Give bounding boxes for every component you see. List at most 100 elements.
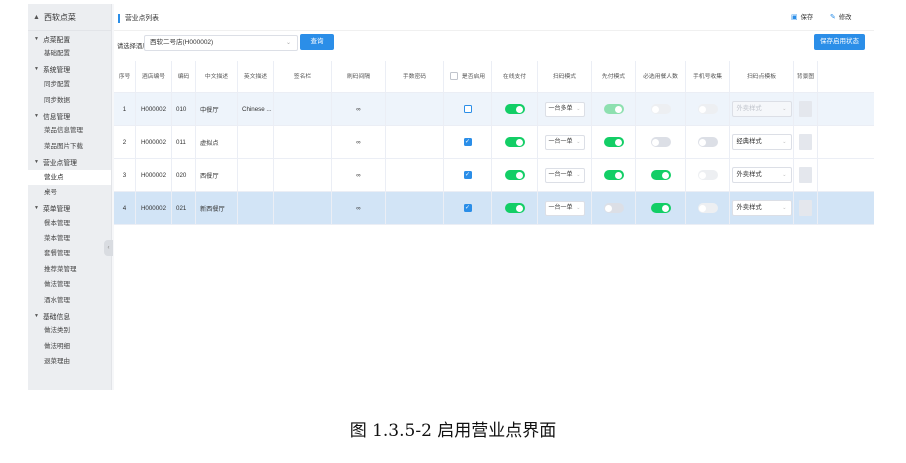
required-diners-switch[interactable] bbox=[650, 203, 671, 213]
table-cell: H000002 bbox=[136, 92, 172, 126]
table-body: 1 H000002 010 中餐厅 Chinese ... ∞ 一台多单 ⌄ 外卖样式 ⌄ 2 H00… bbox=[114, 92, 874, 225]
table-cell bbox=[592, 191, 636, 225]
template-select[interactable]: 外卖样式 ⌄ bbox=[731, 101, 792, 117]
scan-mode-select[interactable]: 一台一单 ⌄ bbox=[544, 167, 585, 183]
enabled-checkbox[interactable]: ✓ bbox=[463, 171, 472, 179]
required-diners-switch[interactable] bbox=[650, 104, 671, 114]
required-diners-switch[interactable] bbox=[650, 137, 671, 147]
sidebar-menu-item[interactable]: 桌号 bbox=[28, 185, 111, 200]
select-all-checkbox[interactable] bbox=[449, 71, 458, 80]
table-cell: 一台一单 ⌄ bbox=[538, 125, 592, 159]
column-header-label: 手机号收集 bbox=[693, 73, 722, 80]
template-value: 外卖样式 bbox=[736, 171, 762, 178]
sidebar-menu-item[interactable]: 菜品图片下载 bbox=[28, 139, 111, 154]
scan-mode-value: 一台多单 bbox=[548, 105, 573, 112]
scan-mode-select[interactable]: 一台一单 ⌄ bbox=[544, 134, 585, 150]
table-cell bbox=[274, 125, 332, 159]
scan-mode-select[interactable]: 一台多单 ⌄ bbox=[544, 101, 585, 117]
table-cell bbox=[686, 158, 730, 192]
collapse-sidebar-button[interactable]: ‹ bbox=[104, 240, 113, 256]
table-cell bbox=[238, 158, 274, 192]
phone-collect-switch[interactable] bbox=[697, 170, 718, 180]
sidebar-menu-item[interactable]: 同步配置 bbox=[28, 77, 111, 92]
background-image-thumbnail[interactable] bbox=[799, 101, 812, 117]
prepay-switch[interactable] bbox=[603, 104, 624, 114]
prepay-switch[interactable] bbox=[603, 203, 624, 213]
table-cell: 010 bbox=[172, 92, 196, 126]
column-header: 英文描述 bbox=[238, 60, 274, 93]
column-header-label: 先付模式 bbox=[601, 73, 626, 80]
switch-knob bbox=[699, 105, 706, 113]
table-cell bbox=[492, 125, 538, 159]
table-cell: ∞ bbox=[332, 158, 386, 192]
table-cell bbox=[794, 191, 818, 225]
background-image-thumbnail[interactable] bbox=[799, 200, 812, 216]
sidebar-menu-item[interactable]: 做法类别 bbox=[28, 323, 111, 338]
online-pay-switch[interactable] bbox=[504, 137, 525, 147]
prepay-switch[interactable] bbox=[603, 170, 624, 180]
query-button[interactable]: 查询 bbox=[300, 34, 334, 50]
menu-group[interactable]: ▼ 信息管理 bbox=[28, 108, 111, 123]
sidebar-menu-item[interactable]: 菜品信息管理 bbox=[28, 123, 111, 138]
sidebar-menu-item[interactable]: 营业点 bbox=[28, 169, 111, 185]
enabled-checkbox[interactable]: ✓ bbox=[463, 138, 472, 146]
sidebar-menu-item[interactable]: 基础配置 bbox=[28, 46, 111, 61]
table-cell: 新西餐厅 bbox=[196, 191, 238, 225]
save-status-button[interactable]: 保存启用状态 bbox=[814, 34, 865, 50]
edit-action[interactable]: ✎ 修改 bbox=[830, 12, 851, 22]
prepay-switch[interactable] bbox=[603, 137, 624, 147]
background-image-thumbnail[interactable] bbox=[799, 167, 812, 183]
caret-down-icon: ▼ bbox=[34, 204, 39, 211]
background-image-thumbnail[interactable] bbox=[799, 134, 812, 150]
template-select[interactable]: 经典样式 ⌄ bbox=[731, 134, 792, 150]
table-row[interactable]: 4 H000002 021 新西餐厅 ∞ ✓ 一台一单 ⌄ 外卖样式 ⌄ bbox=[114, 191, 874, 225]
sidebar-menu-item[interactable]: 酒水管理 bbox=[28, 293, 111, 308]
phone-collect-switch[interactable] bbox=[697, 203, 718, 213]
edit-icon: ✎ bbox=[830, 13, 836, 21]
online-pay-switch[interactable] bbox=[504, 104, 525, 114]
phone-collect-switch[interactable] bbox=[697, 104, 718, 114]
menu-group[interactable]: ▼ 菜单管理 bbox=[28, 200, 111, 215]
chinese-name: 虚拟点 bbox=[200, 139, 219, 147]
save-action[interactable]: ▣ 保存 bbox=[791, 12, 814, 22]
sidebar-menu-item[interactable]: 做法管理 bbox=[28, 277, 111, 292]
template-select[interactable]: 外卖样式 ⌄ bbox=[731, 200, 792, 216]
sidebar-menu-item[interactable]: 推荐菜管理 bbox=[28, 262, 111, 277]
sidebar-menu-item[interactable]: 做法明细 bbox=[28, 339, 111, 354]
sidebar-brand[interactable]: ▲ 西软点菜 bbox=[28, 4, 111, 31]
home-icon: ▲ bbox=[33, 13, 40, 21]
sidebar-menu-item[interactable]: 餐本管理 bbox=[28, 216, 111, 231]
table-header: 序号 酒店编号 编码 中文描述 英文描述 签名栏 刷码间隔 手数密码 是否启用 在线支付 扫码模式 先… bbox=[114, 60, 874, 93]
table-cell bbox=[386, 191, 444, 225]
hotel-select[interactable]: 西软二号店(H000002) ⌄ bbox=[144, 35, 298, 51]
save-action-label: 保存 bbox=[800, 14, 814, 21]
menu-group-label: 点菜配置 bbox=[42, 36, 71, 44]
row-index: 2 bbox=[122, 138, 127, 146]
required-diners-switch[interactable] bbox=[650, 170, 671, 180]
menu-group[interactable]: ▼ 基础信息 bbox=[28, 308, 111, 323]
sidebar-menu-item[interactable]: 同步数据 bbox=[28, 93, 111, 108]
hotel-number: H000002 bbox=[140, 204, 167, 212]
menu-group[interactable]: ▼ 营业点管理 bbox=[28, 154, 111, 169]
template-select[interactable]: 外卖样式 ⌄ bbox=[731, 167, 792, 183]
table-cell: 3 bbox=[114, 158, 136, 192]
menu-group[interactable]: ▼ 系统管理 bbox=[28, 62, 111, 77]
sidebar-menu-item[interactable]: 退菜理由 bbox=[28, 354, 111, 369]
filter-bar: 请选择酒店 西软二号店(H000002) ⌄ 查询 保存启用状态 bbox=[114, 31, 874, 61]
sidebar-menu-item[interactable]: 菜本管理 bbox=[28, 231, 111, 246]
enabled-checkbox[interactable]: ✓ bbox=[463, 204, 472, 212]
online-pay-switch[interactable] bbox=[504, 203, 525, 213]
menu-group[interactable]: ▼ 点菜配置 bbox=[28, 31, 111, 46]
column-header-label: 序号 bbox=[118, 73, 131, 80]
sidebar-menu-item[interactable]: 套餐管理 bbox=[28, 246, 111, 261]
table-row[interactable]: 2 H000002 011 虚拟点 ∞ ✓ 一台一单 ⌄ 经典样式 ⌄ bbox=[114, 125, 874, 159]
table-cell bbox=[686, 191, 730, 225]
scan-mode-select[interactable]: 一台一单 ⌄ bbox=[544, 200, 585, 216]
switch-knob bbox=[516, 204, 523, 212]
enabled-checkbox[interactable] bbox=[463, 105, 472, 113]
online-pay-switch[interactable] bbox=[504, 170, 525, 180]
phone-collect-switch[interactable] bbox=[697, 137, 718, 147]
business-point-table: 序号 酒店编号 编码 中文描述 英文描述 签名栏 刷码间隔 手数密码 是否启用 在线支付 扫码模式 先… bbox=[114, 60, 874, 225]
table-row[interactable]: 3 H000002 020 西餐厅 ∞ ✓ 一台一单 ⌄ 外卖样式 ⌄ bbox=[114, 158, 874, 192]
table-row[interactable]: 1 H000002 010 中餐厅 Chinese ... ∞ 一台多单 ⌄ 外卖样式 ⌄ bbox=[114, 92, 874, 126]
